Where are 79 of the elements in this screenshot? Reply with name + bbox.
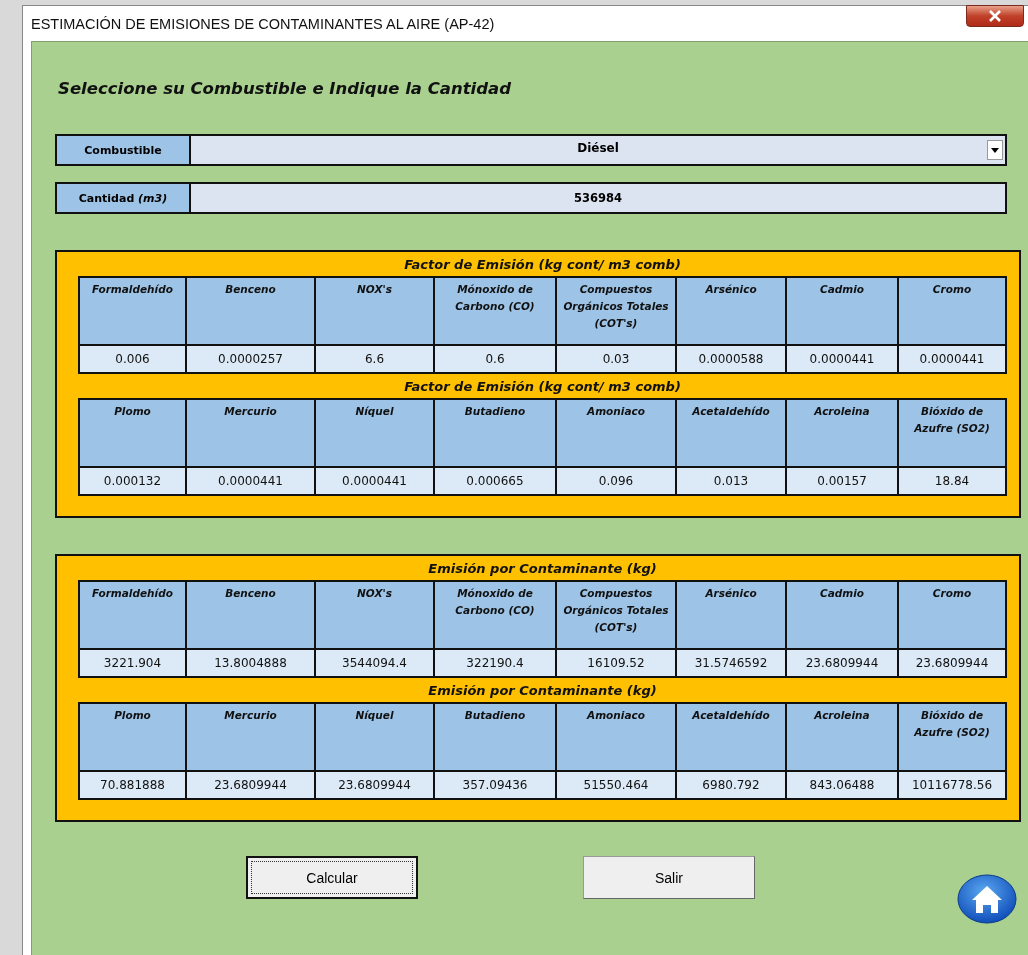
window-title: ESTIMACIÓN DE EMISIONES DE CONTAMINANTES AL AIRE (AP-42) [31, 15, 495, 32]
column-header: Acroleina [787, 400, 897, 466]
column-header: Acetaldehído [677, 704, 785, 770]
column-header: Plomo [80, 400, 185, 466]
column-header: Benceno [187, 278, 314, 344]
table-cell: 0.013 [677, 468, 785, 494]
column-header: Butadieno [435, 400, 555, 466]
column-header: Amoniaco [557, 400, 675, 466]
table-cell: 10116778.56 [899, 772, 1005, 798]
table-cell: 31.5746592 [677, 650, 785, 676]
table-cell: 23.6809944 [187, 772, 314, 798]
column-header: Mónoxido de Carbono (CO) [435, 278, 555, 344]
column-header: Amoniaco [557, 704, 675, 770]
table-title: Factor de Emisión (kg cont/ m3 comb) [403, 377, 682, 396]
table-cell: 0.03 [557, 346, 675, 372]
table-cell: 0.0000441 [316, 468, 433, 494]
column-header: NOX's [316, 278, 433, 344]
column-header: Mercurio [187, 400, 314, 466]
column-header: Cromo [899, 582, 1005, 648]
column-header: Cadmio [787, 582, 897, 648]
action-button[interactable]: Calcular [246, 856, 418, 899]
column-header: Bióxido de Azufre (SO2) [899, 400, 1005, 466]
table-title: Emisión por Contaminante (kg) [427, 681, 658, 700]
field-label: Cantidad (m3) [78, 191, 168, 205]
table-cell: 357.09436 [435, 772, 555, 798]
column-header: Compuestos Orgánicos Totales (COT's) [557, 582, 675, 648]
column-header: Cadmio [787, 278, 897, 344]
table-cell: 0.000132 [80, 468, 185, 494]
table-cell: 0.096 [557, 468, 675, 494]
table-cell: 0.0000257 [187, 346, 314, 372]
column-header: Níquel [316, 400, 433, 466]
column-header: Mercurio [187, 704, 314, 770]
close-button[interactable] [966, 5, 1024, 27]
column-header: Bióxido de Azufre (SO2) [899, 704, 1005, 770]
table-cell: 18.84 [899, 468, 1005, 494]
field-label: Combustible [55, 134, 191, 166]
column-header: Compuestos Orgánicos Totales (COT's) [557, 278, 675, 344]
column-header: Mónoxido de Carbono (CO) [435, 582, 555, 648]
column-header: Butadieno [435, 704, 555, 770]
table-title: Factor de Emisión (kg cont/ m3 comb) [403, 255, 682, 274]
table-cell: 0.6 [435, 346, 555, 372]
table-cell: 843.06488 [787, 772, 897, 798]
table-cell: 0.00157 [787, 468, 897, 494]
table-cell: 3221.904 [80, 650, 185, 676]
column-header: Formaldehído [80, 582, 185, 648]
column-header: Benceno [187, 582, 314, 648]
table-cell: 6980.792 [677, 772, 785, 798]
table-cell: 0.000665 [435, 468, 555, 494]
column-header: Níquel [316, 704, 433, 770]
table-cell: 23.6809944 [316, 772, 433, 798]
table-cell: 16109.52 [557, 650, 675, 676]
table-cell: 13.8004888 [187, 650, 314, 676]
column-header: Arsénico [677, 582, 785, 648]
form-heading: Seleccione su Combustible e Indique la Cantidad [58, 79, 513, 98]
table-cell: 6.6 [316, 346, 433, 372]
table-cell: 0.0000588 [677, 346, 785, 372]
table-cell: 0.0000441 [187, 468, 314, 494]
table-cell: 0.0000441 [787, 346, 897, 372]
column-header: Formaldehído [80, 278, 185, 344]
close-icon [988, 10, 1002, 22]
column-header: Cromo [899, 278, 1005, 344]
table-cell: 3544094.4 [316, 650, 433, 676]
table-cell: 70.881888 [80, 772, 185, 798]
action-button[interactable]: Salir [583, 856, 755, 899]
table-title: Emisión por Contaminante (kg) [427, 559, 658, 578]
column-header: Acetaldehído [677, 400, 785, 466]
table-cell: 23.6809944 [899, 650, 1005, 676]
table-cell: 322190.4 [435, 650, 555, 676]
column-header: Arsénico [677, 278, 785, 344]
table-cell: 0.0000441 [899, 346, 1005, 372]
table-cell: 23.6809944 [787, 650, 897, 676]
column-header: Plomo [80, 704, 185, 770]
quantity-field[interactable]: 536984 [191, 182, 1007, 214]
column-header: NOX's [316, 582, 433, 648]
home-icon[interactable] [957, 874, 1017, 924]
fuel-dropdown[interactable]: Diésel [191, 134, 1007, 166]
table-cell: 51550.464 [557, 772, 675, 798]
table-cell: 0.006 [80, 346, 185, 372]
column-header: Acroleina [787, 704, 897, 770]
